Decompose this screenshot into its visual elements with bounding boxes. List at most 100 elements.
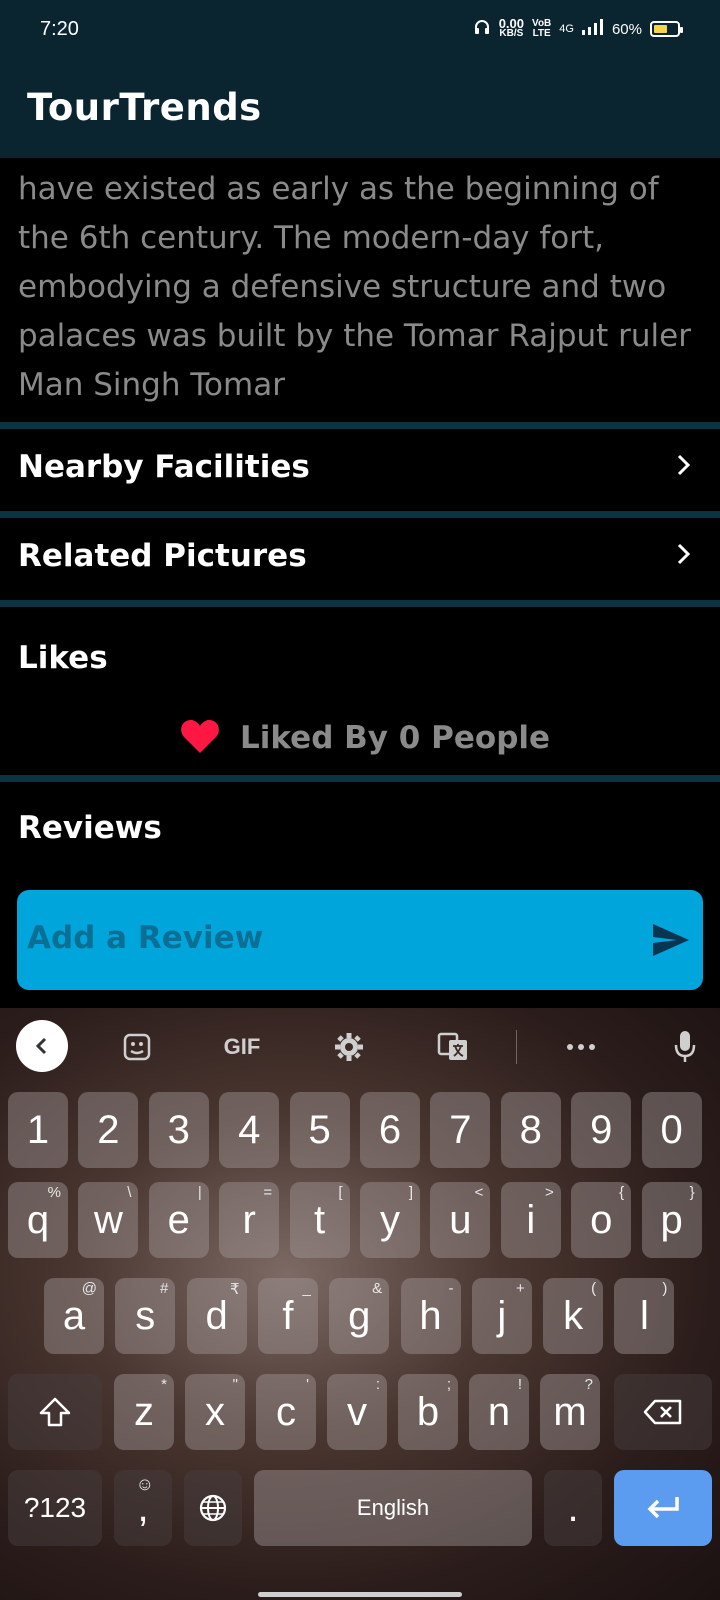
key-hint: = [263, 1184, 273, 1201]
network-type: 4G [559, 23, 574, 35]
key-2[interactable]: 2 [78, 1092, 139, 1168]
key-label: p [660, 1197, 683, 1242]
nearby-facilities-row[interactable]: Nearby Facilities [0, 429, 720, 511]
volte-sub: LTE [532, 28, 551, 39]
key-p[interactable]: } p [641, 1182, 702, 1258]
key-label: 3 [167, 1107, 190, 1152]
key-g[interactable]: & g [329, 1278, 390, 1354]
key-q[interactable]: % q [8, 1182, 68, 1258]
key-hint: _ [302, 1280, 311, 1297]
key-b[interactable]: ; b [398, 1374, 458, 1450]
gear-icon[interactable] [324, 1022, 374, 1072]
key-n[interactable]: ! n [469, 1374, 529, 1450]
key-e[interactable]: | e [148, 1182, 209, 1258]
key-6[interactable]: 6 [360, 1092, 420, 1168]
translate-icon[interactable] [428, 1022, 478, 1072]
likes-summary[interactable]: Liked By 0 People [180, 718, 550, 758]
soft-keyboard: GIF 1 2 3 4 5 6 7 8 9 0% q \ w | e = r[t] y < u > i{o} p @ a # s ₹ d… [0, 1008, 720, 1600]
key-s[interactable]: # s [115, 1278, 176, 1354]
navigation-handle[interactable] [258, 1592, 462, 1597]
key-9[interactable]: 9 [571, 1092, 632, 1168]
key-hint: | [197, 1184, 202, 1201]
key-label: 8 [519, 1107, 542, 1152]
key-label: a [62, 1293, 86, 1338]
key-hint: ) [662, 1280, 668, 1297]
app-bar: TourTrends [0, 64, 720, 158]
gif-button[interactable]: GIF [217, 1022, 267, 1072]
space-key[interactable]: English [254, 1470, 532, 1546]
likes-count-text: Liked By 0 People [240, 720, 551, 756]
key-label: 5 [308, 1107, 331, 1152]
key-t[interactable]: [t [289, 1182, 350, 1258]
place-description: have existed as early as the beginning o… [18, 160, 708, 426]
key-label: k [563, 1293, 584, 1338]
net-speed-unit: KB/S [499, 28, 524, 39]
key-hint: : [375, 1376, 380, 1393]
more-options-icon[interactable] [556, 1022, 606, 1072]
key-d[interactable]: ₹ d [186, 1278, 247, 1354]
key-0[interactable]: 0 [641, 1092, 702, 1168]
heart-icon[interactable] [180, 718, 220, 758]
key-label: 1 [26, 1107, 50, 1152]
emoji-icon: ☺ [135, 1474, 154, 1494]
key-h[interactable]: -h [400, 1278, 461, 1354]
key-hint: @ [81, 1280, 97, 1297]
backspace-key[interactable] [614, 1374, 712, 1450]
key-hint: \ [127, 1184, 132, 1201]
microphone-icon[interactable] [660, 1022, 710, 1072]
symbols-key[interactable]: ?123 [8, 1470, 102, 1546]
key-7[interactable]: 7 [430, 1092, 491, 1168]
key-5[interactable]: 5 [289, 1092, 350, 1168]
key-8[interactable]: 8 [500, 1092, 561, 1168]
key-f[interactable]: _ f [257, 1278, 318, 1354]
key-label: e [167, 1197, 190, 1242]
key-3[interactable]: 3 [148, 1092, 209, 1168]
period-key[interactable]: . [544, 1470, 602, 1546]
key-hint: - [448, 1280, 454, 1297]
key-y[interactable]: ] y [360, 1182, 420, 1258]
key-l[interactable]: ) l [614, 1278, 675, 1354]
key-o[interactable]: {o [571, 1182, 632, 1258]
key-u[interactable]: < u [430, 1182, 491, 1258]
key-hint: " [232, 1376, 238, 1393]
key-v[interactable]: :v [327, 1374, 387, 1450]
key-a[interactable]: @ a [44, 1278, 104, 1354]
shift-key[interactable] [8, 1374, 102, 1450]
key-hint: ! [517, 1376, 522, 1393]
toolbar-separator [516, 1030, 517, 1064]
key-label: v [347, 1389, 367, 1434]
key-x[interactable]: " x [185, 1374, 245, 1450]
status-bar: 7:20 0.00 KB/S VoB LTE 4G 60% [0, 0, 720, 64]
key-c[interactable]: ' c [256, 1374, 316, 1450]
battery-fill [654, 25, 667, 33]
key-hint: * [161, 1376, 167, 1393]
sticker-icon[interactable] [112, 1022, 162, 1072]
key-label: r [242, 1197, 256, 1242]
related-pictures-row[interactable]: Related Pictures [0, 518, 720, 600]
key-label: s [135, 1293, 156, 1338]
key-hint: } [689, 1184, 695, 1201]
key-j[interactable]: + j [471, 1278, 532, 1354]
key-4[interactable]: 4 [219, 1092, 280, 1168]
volte-indicator: VoB LTE [532, 19, 551, 39]
key-label: m [553, 1389, 587, 1434]
key-r[interactable]: = r [219, 1182, 280, 1258]
key-z[interactable]: * z [114, 1374, 174, 1450]
key-label: x [205, 1389, 225, 1434]
collapse-toolbar-button[interactable] [16, 1020, 68, 1072]
key-label: h [419, 1293, 442, 1338]
key-label: 6 [378, 1107, 402, 1152]
key-1[interactable]: 1 [8, 1092, 68, 1168]
key-hint: ? [584, 1376, 593, 1393]
key-i[interactable]: > i [500, 1182, 561, 1258]
key-w[interactable]: \ w [78, 1182, 139, 1258]
enter-key[interactable] [614, 1470, 712, 1546]
key-k[interactable]: (k [543, 1278, 604, 1354]
key-label: l [639, 1293, 649, 1338]
globe-icon[interactable] [184, 1470, 242, 1546]
headset-icon [473, 18, 491, 40]
key-label: f [282, 1293, 294, 1338]
key-m[interactable]: ? m [540, 1374, 600, 1450]
review-input[interactable]: Add a Review [17, 890, 703, 990]
comma-key[interactable]: ☺ , [114, 1470, 172, 1546]
